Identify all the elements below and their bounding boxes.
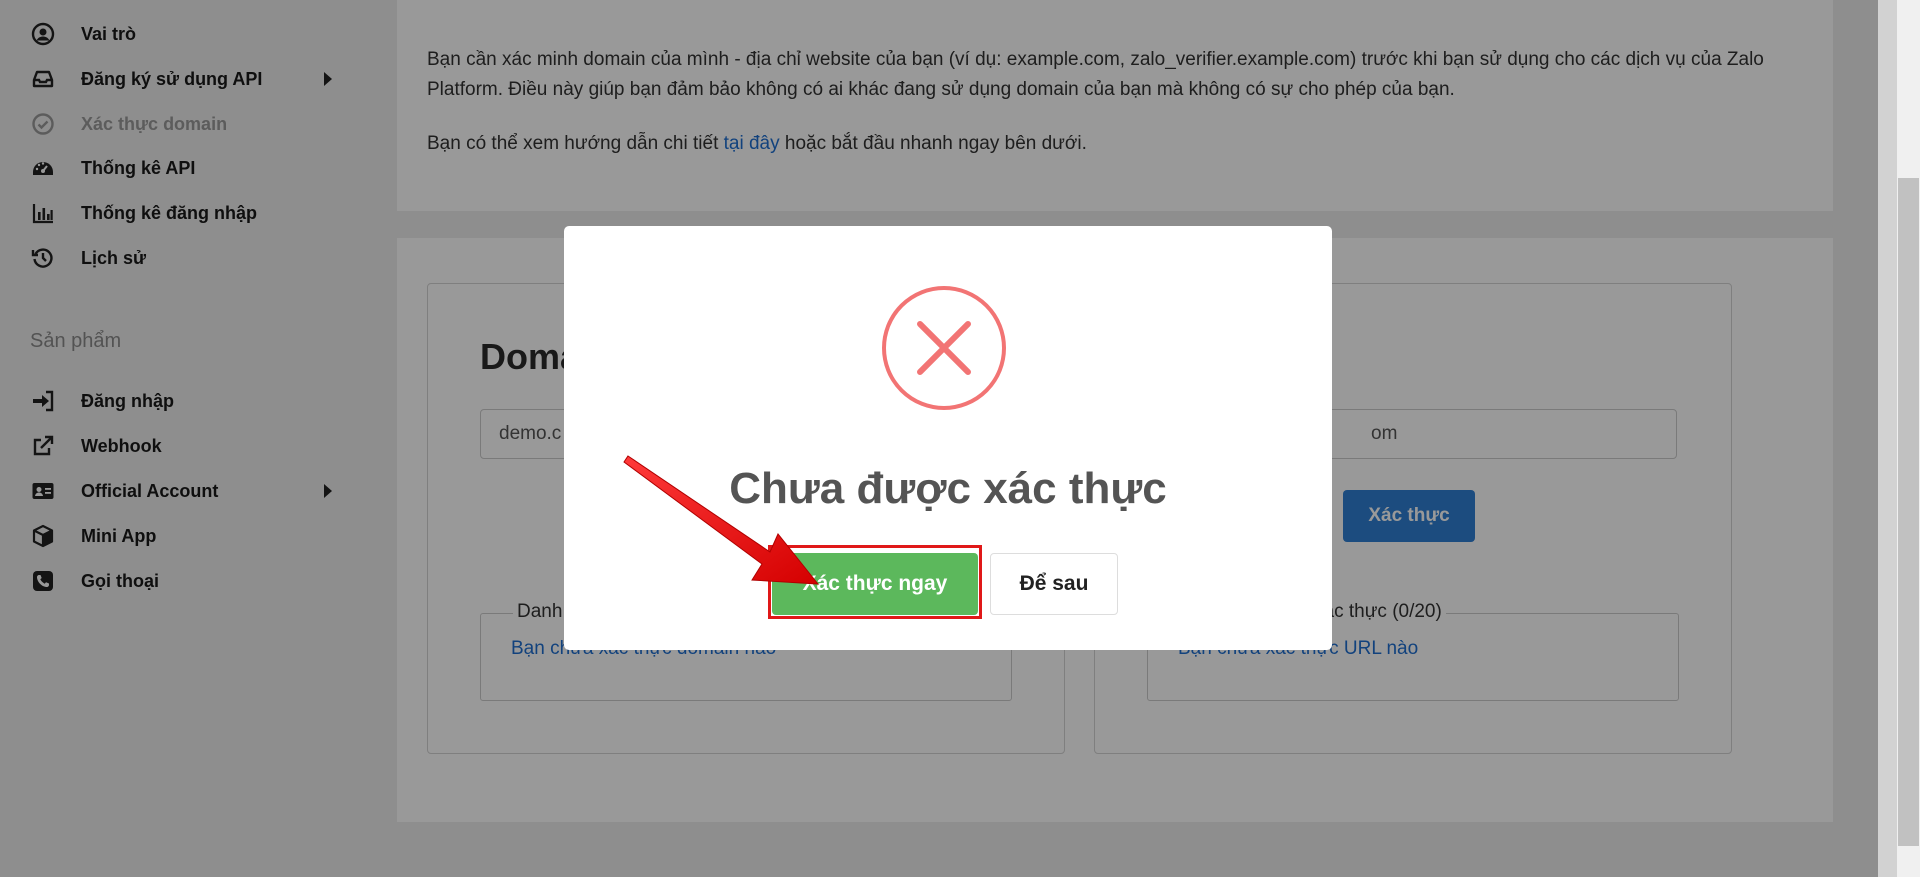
later-button[interactable]: Để sau bbox=[990, 553, 1118, 615]
error-x-icon bbox=[882, 286, 1006, 410]
scrollbar-thumb[interactable] bbox=[1898, 178, 1919, 846]
pointer-arrow-icon bbox=[623, 455, 820, 585]
